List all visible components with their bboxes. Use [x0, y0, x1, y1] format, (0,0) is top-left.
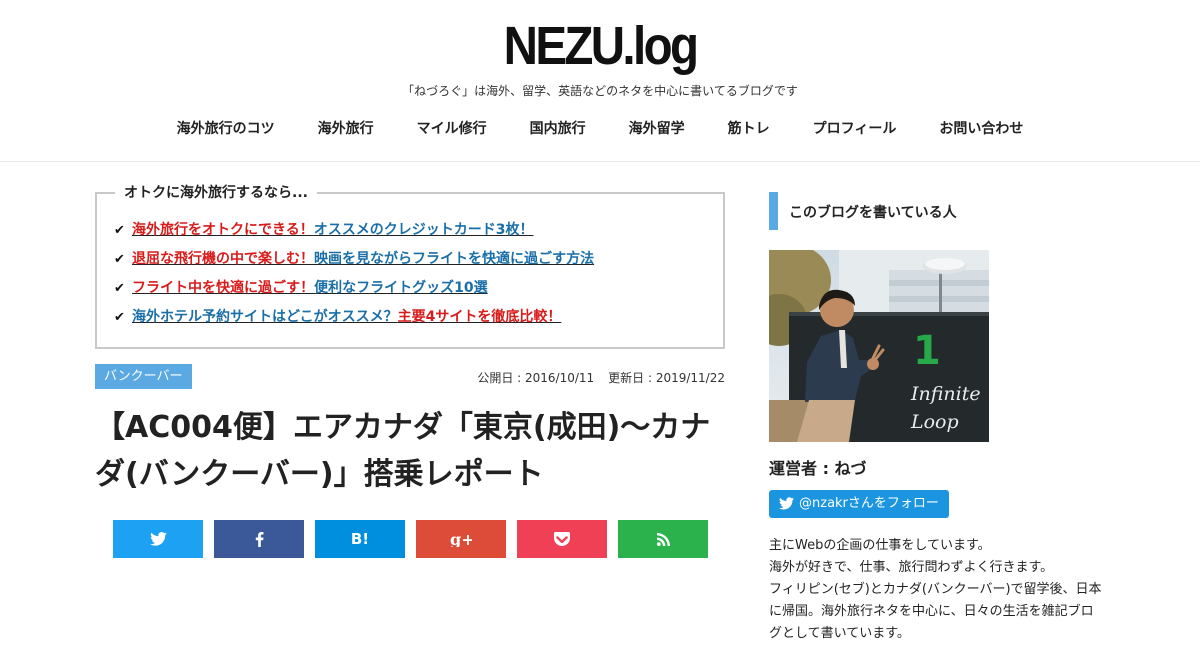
recommend-box: オトクに海外旅行するなら... ✔ 海外旅行をオトクにできる！オススメのクレジット… — [95, 184, 725, 349]
share-twitter-button[interactable] — [113, 520, 203, 558]
recommend-title: オトクに海外旅行するなら... — [115, 184, 317, 202]
link-main-text: 便利なフライトグッズ10選 — [314, 280, 488, 296]
updated-date: 更新日 : 2019/11/22 — [608, 371, 725, 385]
sign-text-line-2: Loop — [910, 411, 959, 433]
googleplus-icon: g+ — [450, 531, 472, 547]
nav-item-contact[interactable]: お問い合わせ — [939, 119, 1023, 139]
share-hatena-button[interactable]: B! — [315, 520, 405, 558]
share-buttons: B! g+ — [113, 520, 719, 558]
main-nav: 海外旅行のコツ 海外旅行 マイル修行 国内旅行 海外留学 筋トレ プロフィール … — [0, 119, 1200, 139]
operator-name: 運営者 : ねづ — [769, 459, 867, 478]
link-tail-text: 主要4サイトを徹底比較！ — [397, 309, 562, 325]
link-lead-text: 退屈な飛行機の中で楽しむ！ — [132, 251, 314, 267]
heading-accent-bar — [769, 192, 778, 230]
recommend-link-flight-goods[interactable]: フライト中を快適に過ごす！便利なフライトグッズ10選 — [132, 280, 488, 296]
site-header: NEZU.log 「ねづろぐ」は海外、留学、英語などのネタを中心に書いてるブログ… — [0, 0, 1200, 162]
list-item: ✔ 退屈な飛行機の中で楽しむ！映画を見ながらフライトを快適に過ごす方法 — [114, 249, 594, 278]
rss-icon — [656, 532, 670, 546]
category-badge[interactable]: バンクーバー — [95, 364, 192, 389]
facebook-icon — [255, 531, 263, 547]
author-bio: 主にWebの企画の仕事をしています。 海外が好きで、仕事、旅行問わずよく行きます… — [769, 535, 1104, 645]
bio-line: に帰国。海外旅行ネタを中心に、日々の生活を雑記ブロ — [769, 604, 1094, 619]
share-pocket-button[interactable] — [517, 520, 607, 558]
sign-text-line-1: Infinite — [910, 383, 981, 405]
share-googleplus-button[interactable]: g+ — [416, 520, 506, 558]
twitter-icon — [779, 497, 794, 510]
recommend-link-credit-card[interactable]: 海外旅行をオトクにできる！オススメのクレジットカード3枚！ — [132, 222, 533, 238]
list-item: ✔ フライト中を快適に過ごす！便利なフライトグッズ10選 — [114, 278, 594, 307]
follow-button-label: @nzakrさんをフォロー — [799, 496, 939, 511]
nav-item-overseas-tips[interactable]: 海外旅行のコツ — [177, 119, 275, 139]
nav-item-profile[interactable]: プロフィール — [813, 119, 897, 139]
site-tagline: 「ねづろぐ」は海外、留学、英語などのネタを中心に書いてるブログです — [402, 84, 798, 98]
check-icon: ✔ — [114, 252, 125, 267]
nav-item-study-abroad[interactable]: 海外留学 — [629, 119, 685, 139]
nav-item-workout[interactable]: 筋トレ — [728, 119, 770, 139]
recommend-link-hotel-booking[interactable]: 海外ホテル予約サイトはどこがオススメ？主要4サイトを徹底比較！ — [132, 309, 561, 325]
link-main-text: 映画を見ながらフライトを快適に過ごす方法 — [314, 251, 595, 267]
check-icon: ✔ — [114, 223, 125, 238]
twitter-icon — [149, 532, 167, 546]
recommend-link-inflight-movies[interactable]: 退屈な飛行機の中で楽しむ！映画を見ながらフライトを快適に過ごす方法 — [132, 251, 594, 267]
post-dates: 公開日 : 2016/10/11 更新日 : 2019/11/22 — [477, 369, 725, 386]
sidebar-heading-text: このブログを書いている人 — [789, 205, 957, 221]
check-icon: ✔ — [114, 281, 125, 296]
share-facebook-button[interactable] — [214, 520, 304, 558]
recommend-list: ✔ 海外旅行をオトクにできる！オススメのクレジットカード3枚！ ✔ 退屈な飛行機の中… — [114, 220, 594, 336]
list-item: ✔ 海外ホテル予約サイトはどこがオススメ？主要4サイトを徹底比較！ — [114, 307, 594, 336]
site-logo[interactable]: NEZU.log — [72, 14, 1128, 78]
link-lead-text: 海外旅行をオトクにできる！ — [132, 222, 314, 238]
link-lead-text: フライト中を快適に過ごす！ — [132, 280, 315, 296]
nav-item-domestic-travel[interactable]: 国内旅行 — [530, 119, 586, 139]
nav-item-mileage-run[interactable]: マイル修行 — [417, 119, 487, 139]
profile-photo-illustration: 1 Infinite Loop — [769, 250, 989, 442]
link-main-text: 海外ホテル予約サイトはどこがオススメ？ — [132, 309, 398, 325]
bio-line: グとして書いています。 — [769, 626, 910, 641]
published-date: 公開日 : 2016/10/11 — [477, 371, 595, 385]
list-item: ✔ 海外旅行をオトクにできる！オススメのクレジットカード3枚！ — [114, 220, 594, 249]
bio-line: フィリピン(セブ)とカナダ(バンクーバー)で留学後、日本 — [769, 582, 1102, 597]
sign-number: 1 — [913, 328, 941, 374]
sidebar-heading: このブログを書いている人 — [769, 192, 1099, 230]
share-feedly-button[interactable] — [618, 520, 708, 558]
bio-line: 海外が好きで、仕事、旅行問わずよく行きます。 — [769, 560, 1054, 575]
nav-item-overseas-travel[interactable]: 海外旅行 — [318, 119, 374, 139]
twitter-follow-button[interactable]: @nzakrさんをフォロー — [769, 490, 949, 518]
bio-line: 主にWebの企画の仕事をしています。 — [769, 538, 991, 553]
post-title: 【AC004便】エアカナダ「東京(成田)〜カナダ(バンクーバー)」搭乗レポート — [95, 410, 711, 492]
profile-photo: 1 Infinite Loop — [769, 250, 989, 442]
svg-text:g+: g+ — [450, 531, 472, 547]
link-main-text: オススメのクレジットカード3枚！ — [313, 222, 534, 238]
pocket-icon — [554, 531, 570, 546]
check-icon: ✔ — [114, 310, 125, 325]
